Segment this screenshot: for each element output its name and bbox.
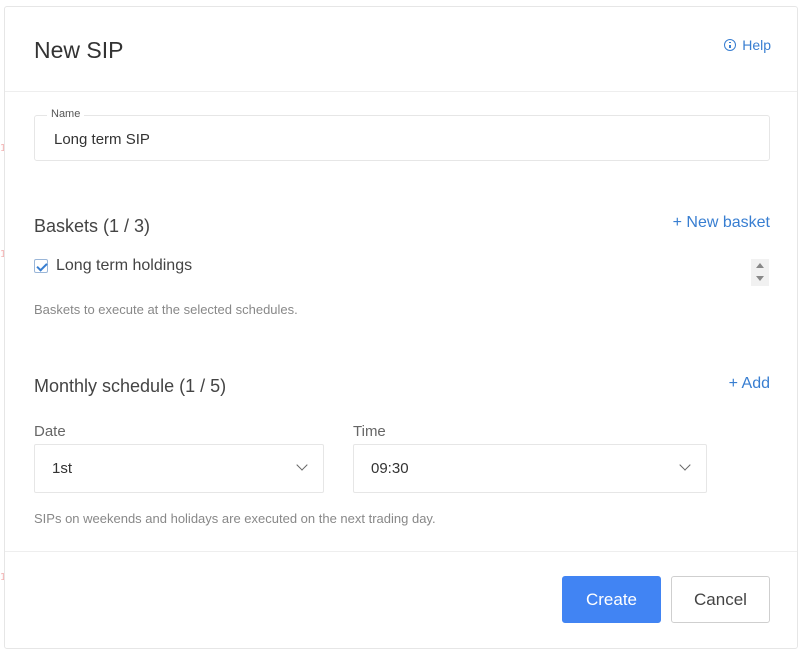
help-label: Help [742, 37, 771, 53]
schedule-title: Monthly schedule (1 / 5) [34, 376, 227, 396]
scroll-down-icon[interactable] [756, 276, 764, 281]
date-label: Date [34, 423, 66, 440]
name-label: Name [47, 108, 85, 120]
basket-item-label: Long term holdings [56, 257, 193, 274]
name-field[interactable]: Name [34, 108, 770, 161]
header-divider [5, 91, 797, 92]
date-value: 1st [52, 460, 73, 477]
add-schedule-button[interactable]: + Add [729, 375, 770, 393]
new-basket-button[interactable]: + New basket [673, 214, 770, 232]
chevron-down-icon [296, 459, 308, 471]
name-input[interactable] [52, 130, 736, 149]
schedule-hint: SIPs on weekends and holidays are execut… [34, 511, 436, 526]
basket-list-scrollbar[interactable] [751, 259, 769, 286]
cancel-button[interactable]: Cancel [671, 576, 770, 623]
date-select[interactable]: 1st [34, 444, 324, 493]
time-select[interactable]: 09:30 [353, 444, 707, 493]
time-label: Time [353, 423, 386, 440]
footer-divider [5, 551, 797, 552]
baskets-title: Baskets (1 / 3) [34, 216, 151, 236]
basket-checkbox[interactable] [34, 259, 48, 273]
time-value: 09:30 [371, 460, 409, 477]
scroll-up-icon[interactable] [756, 263, 764, 268]
chevron-down-icon [679, 459, 691, 471]
new-sip-modal: New SIP Help Name Baskets (1 / 3) + New … [4, 6, 798, 649]
create-button[interactable]: Create [562, 576, 661, 623]
baskets-hint: Baskets to execute at the selected sched… [34, 302, 298, 317]
help-link[interactable]: Help [724, 37, 771, 53]
info-icon [724, 39, 737, 51]
basket-item[interactable]: Long term holdings [34, 257, 192, 275]
modal-title: New SIP [34, 37, 124, 63]
